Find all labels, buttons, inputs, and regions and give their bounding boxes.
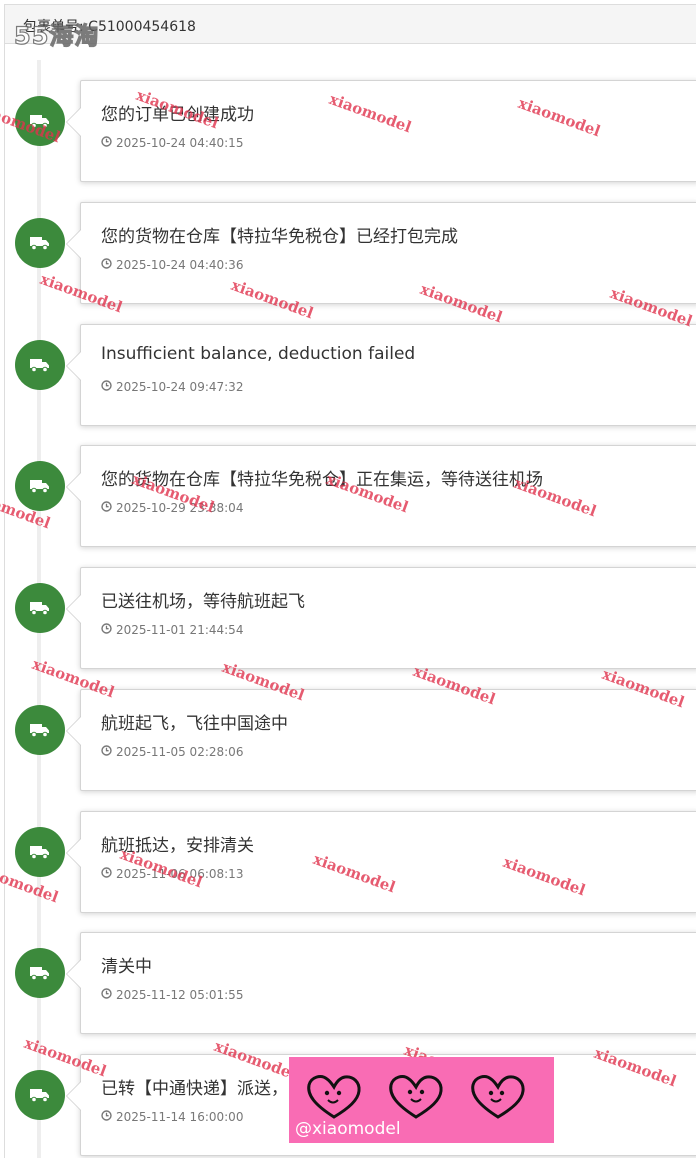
timeline-panel: 您的货物在仓库【特拉华免税仓】正在集运，等待送往机场 2025-10-29 23:… [66,445,696,547]
clock-icon [101,380,112,394]
timeline-timestamp: 2025-11-05 02:28:06 [116,745,244,759]
timeline-event-time: 2025-11-05 02:28:06 [101,745,243,759]
clock-icon [101,745,112,759]
timeline-event-time: 2025-11-01 21:44:54 [101,623,243,637]
clock-icon [101,988,112,1002]
timeline-panel: Insufficient balance, deduction failed 20… [66,324,696,426]
timeline-panel: 航班抵达，安排清关 2025-11-06 06:08:13 [66,811,696,913]
timeline-timestamp: 2025-10-24 04:40:15 [116,136,244,150]
timeline-event-title: 航班抵达，安排清关 [101,836,254,856]
timeline-timestamp: 2025-11-01 21:44:54 [116,623,244,637]
timeline-event-time: 2025-10-24 09:47:32 [101,380,243,394]
timeline-timestamp: 2025-11-06 06:08:13 [116,867,244,881]
timeline-entry: Insufficient balance, deduction failed 20… [0,324,696,426]
timeline-timestamp: 2025-10-24 04:40:36 [116,258,244,272]
timeline-timestamp: 2025-11-14 16:00:00 [116,1110,244,1124]
timeline-event-time: 2025-11-06 06:08:13 [101,867,243,881]
timeline-entry: 清关中 2025-11-12 05:01:55 [0,932,696,1034]
timeline-timestamp: 2025-10-24 09:47:32 [116,380,244,394]
heart-face-icon [307,1075,361,1119]
heart-sticker-overlay: @xiaomodel [289,1057,554,1143]
timeline-entry: 已送往机场，等待航班起飞 2025-11-01 21:44:54 [0,567,696,669]
truck-icon [15,461,65,511]
timeline-panel: 您的订单已创建成功 2025-10-24 04:40:15 [66,80,696,182]
timeline-event-time: 2025-11-14 16:00:00 [101,1110,243,1124]
timeline-entry: 航班抵达，安排清关 2025-11-06 06:08:13 [0,811,696,913]
sticker-label: @xiaomodel [295,1119,401,1139]
timeline-panel: 您的货物在仓库【特拉华免税仓】已经打包完成 2025-10-24 04:40:36 [66,202,696,304]
tracking-number-title: 包裹单号: C51000454618 [23,19,196,35]
heart-face-icon [389,1075,443,1119]
timeline-entry: 您的货物在仓库【特拉华免税仓】正在集运，等待送往机场 2025-10-29 23:… [0,445,696,547]
timeline-event-time: 2025-11-12 05:01:55 [101,988,243,1002]
timeline-timestamp: 2025-10-29 23:38:04 [116,501,244,515]
truck-icon [15,705,65,755]
tracking-panel-header: 包裹单号: C51000454618 [4,4,696,44]
timeline-event-title: 您的订单已创建成功 [101,105,254,125]
timeline-event-time: 2025-10-24 04:40:15 [101,136,243,150]
timeline-event-title: 已送往机场，等待航班起飞 [101,592,305,612]
timeline-panel: 清关中 2025-11-12 05:01:55 [66,932,696,1034]
timeline-event-title: 已转【中通快递】派送， [101,1079,288,1099]
timeline-event-title: Insufficient balance, deduction failed [101,344,416,364]
timeline-event-title: 您的货物在仓库【特拉华免税仓】已经打包完成 [101,227,458,247]
truck-icon [15,583,65,633]
timeline-event-title: 清关中 [101,957,152,977]
timeline-event-time: 2025-10-29 23:38:04 [101,501,243,515]
timeline-event-title: 您的货物在仓库【特拉华免税仓】正在集运，等待送往机场 [101,470,543,490]
timeline-entry: 航班起飞，飞往中国途中 2025-11-05 02:28:06 [0,689,696,791]
timeline-panel: 航班起飞，飞往中国途中 2025-11-05 02:28:06 [66,689,696,791]
truck-icon [15,340,65,390]
truck-icon [15,827,65,877]
truck-icon [15,948,65,998]
clock-icon [101,258,112,272]
clock-icon [101,623,112,637]
timeline-event-time: 2025-10-24 04:40:36 [101,258,243,272]
clock-icon [101,1110,112,1124]
truck-icon [15,218,65,268]
heart-face-icon [471,1075,525,1119]
timeline-entry: 您的货物在仓库【特拉华免税仓】已经打包完成 2025-10-24 04:40:36 [0,202,696,304]
timeline-panel: 已送往机场，等待航班起飞 2025-11-01 21:44:54 [66,567,696,669]
timeline-timestamp: 2025-11-12 05:01:55 [116,988,244,1002]
timeline-event-title: 航班起飞，飞往中国途中 [101,714,288,734]
truck-icon [15,96,65,146]
sticker-hearts [305,1073,527,1121]
clock-icon [101,867,112,881]
clock-icon [101,501,112,515]
truck-icon [15,1070,65,1120]
clock-icon [101,136,112,150]
timeline-entry: 您的订单已创建成功 2025-10-24 04:40:15 [0,80,696,182]
order-tracking-page: 包裹单号: C51000454618 55海淘 您的订单已创建成功 2025-10… [0,0,696,1158]
